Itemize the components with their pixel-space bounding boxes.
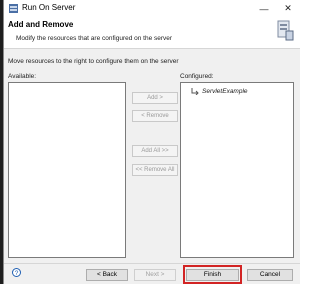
web-module-icon xyxy=(191,88,199,95)
next-button[interactable]: Next > xyxy=(134,269,176,281)
title-bar: Run On Server — ✕ xyxy=(4,0,300,17)
page-description: Modify the resources that are configured… xyxy=(16,35,173,42)
help-icon[interactable]: ? xyxy=(12,268,21,277)
wizard-header: Add and Remove Modify the resources that… xyxy=(4,17,300,49)
configured-item-label: ServletExample xyxy=(202,87,248,95)
remove-all-button[interactable]: << Remove All xyxy=(132,164,178,176)
server-icon xyxy=(9,4,18,13)
cancel-button[interactable]: Cancel xyxy=(247,269,293,281)
configured-list[interactable]: ServletExample xyxy=(180,82,294,258)
add-all-button[interactable]: Add All >> xyxy=(132,145,178,157)
footer-separator xyxy=(4,263,300,264)
list-item[interactable]: ServletExample xyxy=(191,87,248,95)
configured-label: Configured: xyxy=(180,73,214,80)
add-button[interactable]: Add > xyxy=(132,92,178,104)
window-title: Run On Server xyxy=(22,3,76,12)
page-title: Add and Remove xyxy=(8,20,74,29)
minimize-icon[interactable]: — xyxy=(252,0,276,17)
server-banner-icon xyxy=(277,20,294,41)
remove-button[interactable]: < Remove xyxy=(132,110,178,122)
finish-highlight xyxy=(183,265,242,284)
run-on-server-dialog: Run On Server — ✕ Add and Remove Modify … xyxy=(3,0,300,284)
available-label: Available: xyxy=(8,73,37,80)
back-button[interactable]: < Back xyxy=(86,269,128,281)
available-list[interactable] xyxy=(8,82,126,258)
close-icon[interactable]: ✕ xyxy=(276,0,300,17)
instructions-text: Move resources to the right to configure… xyxy=(8,58,179,65)
